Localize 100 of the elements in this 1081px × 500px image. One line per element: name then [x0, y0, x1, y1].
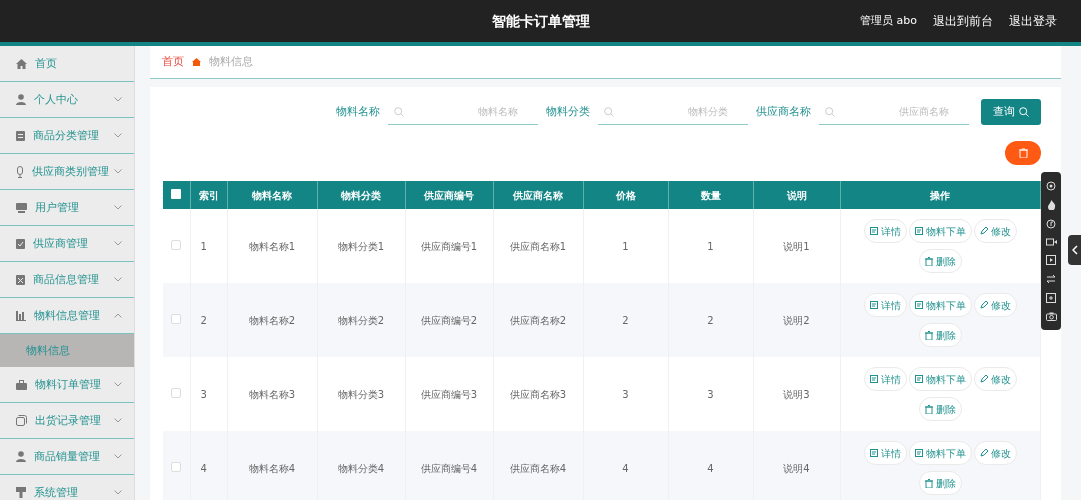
row-checkbox[interactable]	[171, 239, 182, 250]
chevron-left-icon[interactable]	[1071, 245, 1078, 255]
details-button[interactable]: 详情	[863, 441, 907, 465]
order-button[interactable]: 物料下单	[908, 367, 972, 391]
bar-chart-icon	[16, 310, 26, 321]
sidebar-item[interactable]: 商品分类管理	[0, 118, 134, 154]
select-all-checkbox[interactable]	[171, 188, 182, 199]
video-camera-icon[interactable]	[1045, 237, 1057, 246]
row-checkbox[interactable]	[171, 461, 182, 472]
pencil-icon	[979, 449, 988, 457]
details-button[interactable]: 详情	[863, 219, 907, 243]
flame-icon[interactable]	[1046, 199, 1056, 210]
order-button[interactable]: 物料下单	[908, 219, 972, 243]
header-link[interactable]: 退出登录	[1009, 12, 1057, 30]
column-header: 供应商名称	[493, 181, 583, 209]
document-icon	[869, 301, 878, 309]
home-icon	[16, 58, 27, 69]
trash-icon	[924, 256, 933, 266]
document-icon	[914, 301, 923, 309]
camera-icon[interactable]	[1045, 312, 1057, 322]
sidebar-item[interactable]: 商品销量管理	[0, 439, 134, 475]
table-cell: 物料名称4	[227, 431, 317, 500]
pencil-icon	[979, 301, 988, 309]
sidebar-item[interactable]: 系统管理	[0, 475, 134, 500]
sidebar-item[interactable]: 首页	[0, 46, 134, 82]
details-button[interactable]: 详情	[863, 293, 907, 317]
table-cell: 物料分类4	[317, 431, 405, 500]
edit-button[interactable]: 修改	[973, 293, 1017, 317]
document-icon	[914, 227, 923, 235]
table-cell: 供应商名称2	[493, 283, 583, 357]
header-link[interactable]: 退出到前台	[933, 12, 993, 30]
search-button[interactable]: 查询	[981, 99, 1041, 125]
monitor-icon	[16, 202, 27, 213]
column-header: 数量	[668, 181, 753, 209]
order-button[interactable]: 物料下单	[908, 441, 972, 465]
search-icon	[825, 107, 835, 117]
edit-button[interactable]: 修改	[973, 441, 1017, 465]
table-cell: 供应商编号4	[405, 431, 493, 500]
sidebar-item[interactable]: 物料订单管理	[0, 367, 134, 403]
play-icon[interactable]	[1046, 255, 1056, 266]
table-cell: 2	[190, 283, 227, 357]
screenshot-icon[interactable]	[1046, 293, 1056, 304]
delete-row-button[interactable]: 删除	[918, 249, 962, 273]
swap-icon[interactable]	[1046, 274, 1056, 285]
breadcrumb-link[interactable]: 首页	[162, 54, 184, 70]
search-icon	[394, 107, 404, 117]
table-cell: 供应商编号2	[405, 283, 493, 357]
record-icon[interactable]	[1046, 180, 1056, 191]
field-label: 物料分类	[546, 104, 590, 120]
column-header: 说明	[753, 181, 840, 209]
microphone-icon	[16, 165, 24, 178]
row-checkbox[interactable]	[171, 387, 182, 398]
row-checkbox[interactable]	[171, 313, 182, 324]
order-button[interactable]: 物料下单	[908, 293, 972, 317]
delete-row-button[interactable]: 删除	[918, 397, 962, 421]
person-icon	[16, 94, 26, 105]
app-title: 智能卡订单管理	[491, 11, 590, 31]
delete-row-button[interactable]: 删除	[918, 323, 962, 347]
document-icon	[914, 375, 923, 383]
edit-button[interactable]: 修改	[973, 367, 1017, 391]
trash-icon	[924, 330, 933, 340]
trash-icon	[924, 404, 933, 414]
sidebar-item[interactable]: 用户管理	[0, 190, 134, 226]
sidebar-item[interactable]: 出货记录管理	[0, 403, 134, 439]
table-cell: 物料名称2	[227, 283, 317, 357]
edit-button[interactable]: 修改	[973, 219, 1017, 243]
document-icon	[869, 449, 878, 457]
clipboard-icon	[16, 130, 25, 141]
field-label: 物料名称	[336, 104, 380, 120]
column-header: 物料名称	[227, 181, 317, 209]
table-cell: 供应商名称4	[493, 431, 583, 500]
document-icon	[914, 449, 923, 457]
column-header: 供应商编号	[405, 181, 493, 209]
briefcase-icon	[16, 379, 27, 390]
column-header: 操作	[840, 181, 1040, 209]
trash-icon	[924, 478, 933, 488]
user-name: 管理员 abo	[860, 12, 917, 29]
delete-button[interactable]	[1005, 141, 1041, 165]
person-icon	[16, 451, 26, 462]
sidebar-item[interactable]: 商品信息管理	[0, 262, 134, 298]
document-icon	[869, 227, 878, 235]
details-button[interactable]: 详情	[863, 367, 907, 391]
document-icon	[869, 375, 878, 383]
sidebar-item[interactable]: 个人中心	[0, 82, 134, 118]
table-cell: 物料分类2	[317, 283, 405, 357]
delete-row-button[interactable]: 删除	[918, 471, 962, 495]
sidebar-item[interactable]: 供应商类别管理	[0, 154, 134, 190]
column-header: 物料分类	[317, 181, 405, 209]
sidebar-item[interactable]: 供应商管理	[0, 226, 134, 262]
table-cell: 2	[668, 283, 753, 357]
breadcrumb-current: 物料信息	[209, 54, 253, 70]
table-cell: 说明2	[753, 283, 840, 357]
table-cell: 4	[190, 431, 227, 500]
search-icon	[604, 107, 614, 117]
trash-icon	[1018, 148, 1028, 158]
home-icon	[192, 58, 201, 66]
column-header: 价格	[583, 181, 668, 209]
table-cell: 说明4	[753, 431, 840, 500]
pencil-icon	[979, 227, 988, 235]
field-label: 供应商名称	[756, 104, 811, 120]
